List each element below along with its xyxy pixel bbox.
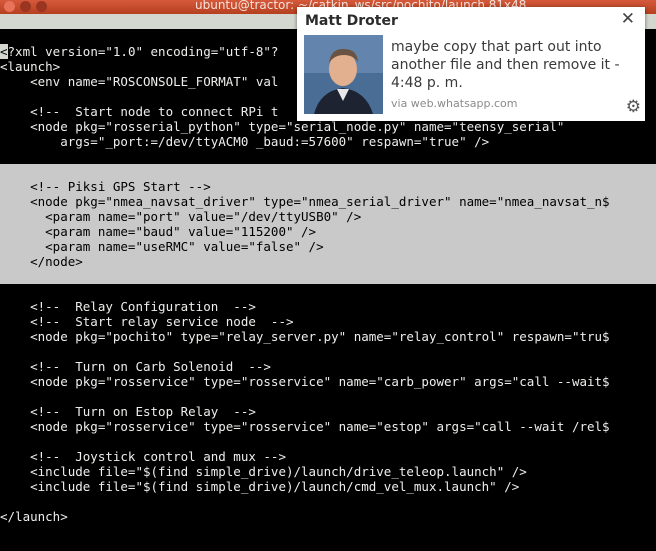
notification-message: maybe copy that part out into another fi… — [391, 39, 620, 91]
editor-line-text: <!-- Turn on Estop Relay --> — [0, 404, 256, 419]
editor-line-text: args="_port:=/dev/ttyACM0 _baud:=57600" … — [0, 134, 490, 149]
editor-line-text: <node pkg="rosservice" type="rosservice"… — [0, 419, 610, 434]
editor-line[interactable]: <include file="$(find simple_drive)/laun… — [0, 464, 656, 479]
editor-line[interactable] — [0, 269, 656, 284]
minimize-window-button[interactable] — [20, 1, 31, 12]
avatar — [304, 35, 383, 114]
editor-line-text: </node> — [0, 254, 83, 269]
close-window-button[interactable] — [4, 1, 15, 12]
editor-line-text: <!-- Joystick control and mux --> — [0, 449, 286, 464]
editor-line-text: <!-- Turn on Carb Solenoid --> — [0, 359, 271, 374]
editor-line[interactable]: <node pkg="rosservice" type="rosservice"… — [0, 374, 656, 389]
editor-line-text: <include file="$(find simple_drive)/laun… — [0, 464, 527, 479]
editor-line-text: <node pkg="nmea_navsat_driver" type="nme… — [0, 194, 610, 209]
editor-line[interactable]: <!-- Relay Configuration --> — [0, 299, 656, 314]
editor-line[interactable]: args="_port:=/dev/ttyACM0 _baud:=57600" … — [0, 134, 656, 149]
editor-line[interactable]: <!-- Start relay service node --> — [0, 314, 656, 329]
editor-line-text: <launch> — [0, 59, 61, 74]
editor-line-text: <include file="$(find simple_drive)/laun… — [0, 479, 520, 494]
editor-line-text: <node pkg="rosservice" type="rosservice"… — [0, 374, 610, 389]
editor-line[interactable]: <param name="port" value="/dev/ttyUSB0" … — [0, 209, 656, 224]
nano-version-label: GNU nano 2.5.3 — [18, 29, 128, 44]
editor-line-text: <env name="ROSCONSOLE_FORMAT" val — [0, 74, 279, 89]
editor-line-text: <param name="baud" value="115200" /> — [0, 224, 317, 239]
editor-line[interactable]: <node pkg="nmea_navsat_driver" type="nme… — [0, 194, 656, 209]
editor-line-text: <param name="port" value="/dev/ttyUSB0" … — [0, 209, 362, 224]
editor-line[interactable]: <!-- Joystick control and mux --> — [0, 449, 656, 464]
editor-line[interactable]: <include file="$(find simple_drive)/laun… — [0, 479, 656, 494]
editor-line[interactable]: <!-- Piksi GPS Start --> — [0, 179, 656, 194]
editor-line-text: <!-- Start relay service node --> — [0, 314, 294, 329]
editor-line-text: <param name="useRMC" value="false" /> — [0, 239, 324, 254]
editor-line-text: ?xml version="1.0" encoding="utf-8"? — [7, 44, 279, 59]
editor-line[interactable]: <param name="useRMC" value="false" /> — [0, 239, 656, 254]
editor-line[interactable] — [0, 149, 656, 164]
editor-line-text: <node pkg="rosserial_python" type="seria… — [0, 119, 565, 134]
editor-line[interactable]: <!-- Turn on Estop Relay --> — [0, 404, 656, 419]
editor-line-text: <!-- Start node to connect RPi t — [0, 104, 279, 119]
editor-line[interactable] — [0, 344, 656, 359]
maximize-window-button[interactable] — [36, 1, 47, 12]
editor-line[interactable]: </launch> — [0, 509, 656, 524]
editor-line[interactable] — [0, 389, 656, 404]
editor-line[interactable]: <node pkg="rosserial_python" type="seria… — [0, 119, 656, 134]
editor-line-text: <node pkg="pochito" type="relay_server.p… — [0, 329, 610, 344]
notification-sender: Matt Droter — [305, 13, 398, 29]
editor-line[interactable] — [0, 434, 656, 449]
editor-line[interactable]: <param name="baud" value="115200" /> — [0, 224, 656, 239]
editor-line[interactable]: </node> — [0, 254, 656, 269]
notification-source: via web.whatsapp.com — [391, 97, 518, 110]
editor-line-text: </launch> — [0, 509, 68, 524]
editor-line[interactable] — [0, 284, 656, 299]
editor-line[interactable] — [0, 164, 656, 179]
editor-line[interactable]: <!-- Turn on Carb Solenoid --> — [0, 359, 656, 374]
text-cursor: < — [0, 44, 8, 59]
gear-icon[interactable]: ⚙ — [626, 97, 641, 117]
editor-line-text: <!-- Relay Configuration --> — [0, 299, 256, 314]
editor-line[interactable]: <node pkg="rosservice" type="rosservice"… — [0, 419, 656, 434]
editor-line[interactable]: <node pkg="pochito" type="relay_server.p… — [0, 329, 656, 344]
editor-line-text: <!-- Piksi GPS Start --> — [0, 179, 211, 194]
notification-popup[interactable]: Matt Droter ✕ maybe copy that part out i… — [297, 7, 645, 121]
editor-line[interactable] — [0, 494, 656, 509]
close-icon[interactable]: ✕ — [621, 9, 635, 29]
